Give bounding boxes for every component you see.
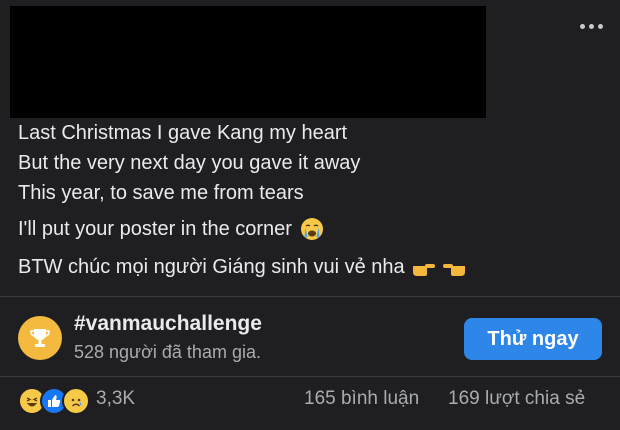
challenge-participants: 528 người đã tham gia.: [74, 342, 261, 362]
post-line: But the very next day you gave it away: [18, 152, 361, 174]
comments-count[interactable]: 165 bình luận: [304, 388, 419, 410]
post-line: BTW chúc mọi người Giáng sinh vui vẻ nha: [18, 256, 405, 278]
post-line: Last Christmas I gave Kang my heart: [18, 122, 348, 144]
try-now-button[interactable]: Thử ngay: [464, 318, 602, 360]
post-line-with-emoji: I'll put your poster in the corner: [18, 214, 324, 244]
post-line-with-emoji: BTW chúc mọi người Giáng sinh vui vẻ nha: [18, 252, 467, 282]
pointing-hands-icon: [412, 264, 465, 276]
challenge-hashtag[interactable]: #vanmauchallenge: [74, 312, 262, 336]
more-options-icon[interactable]: [576, 16, 606, 36]
post-line: I'll put your poster in the corner: [18, 218, 292, 240]
divider: [0, 296, 620, 297]
reaction-count[interactable]: 3,3K: [96, 388, 135, 410]
divider: [0, 376, 620, 377]
challenge-card: #vanmauchallenge 528 người đã tham gia. …: [18, 306, 608, 368]
sad-reaction-icon: [62, 387, 90, 415]
shares-count[interactable]: 169 lượt chia sẻ: [448, 388, 585, 410]
crying-face-icon: [300, 218, 323, 240]
post-line: This year, to save me from tears: [18, 182, 304, 204]
trophy-icon: [18, 316, 62, 360]
reaction-icons[interactable]: [18, 387, 90, 415]
reactions-bar: 3,3K 165 bình luận 169 lượt chia sẻ: [18, 384, 608, 416]
redacted-header: [10, 6, 486, 118]
